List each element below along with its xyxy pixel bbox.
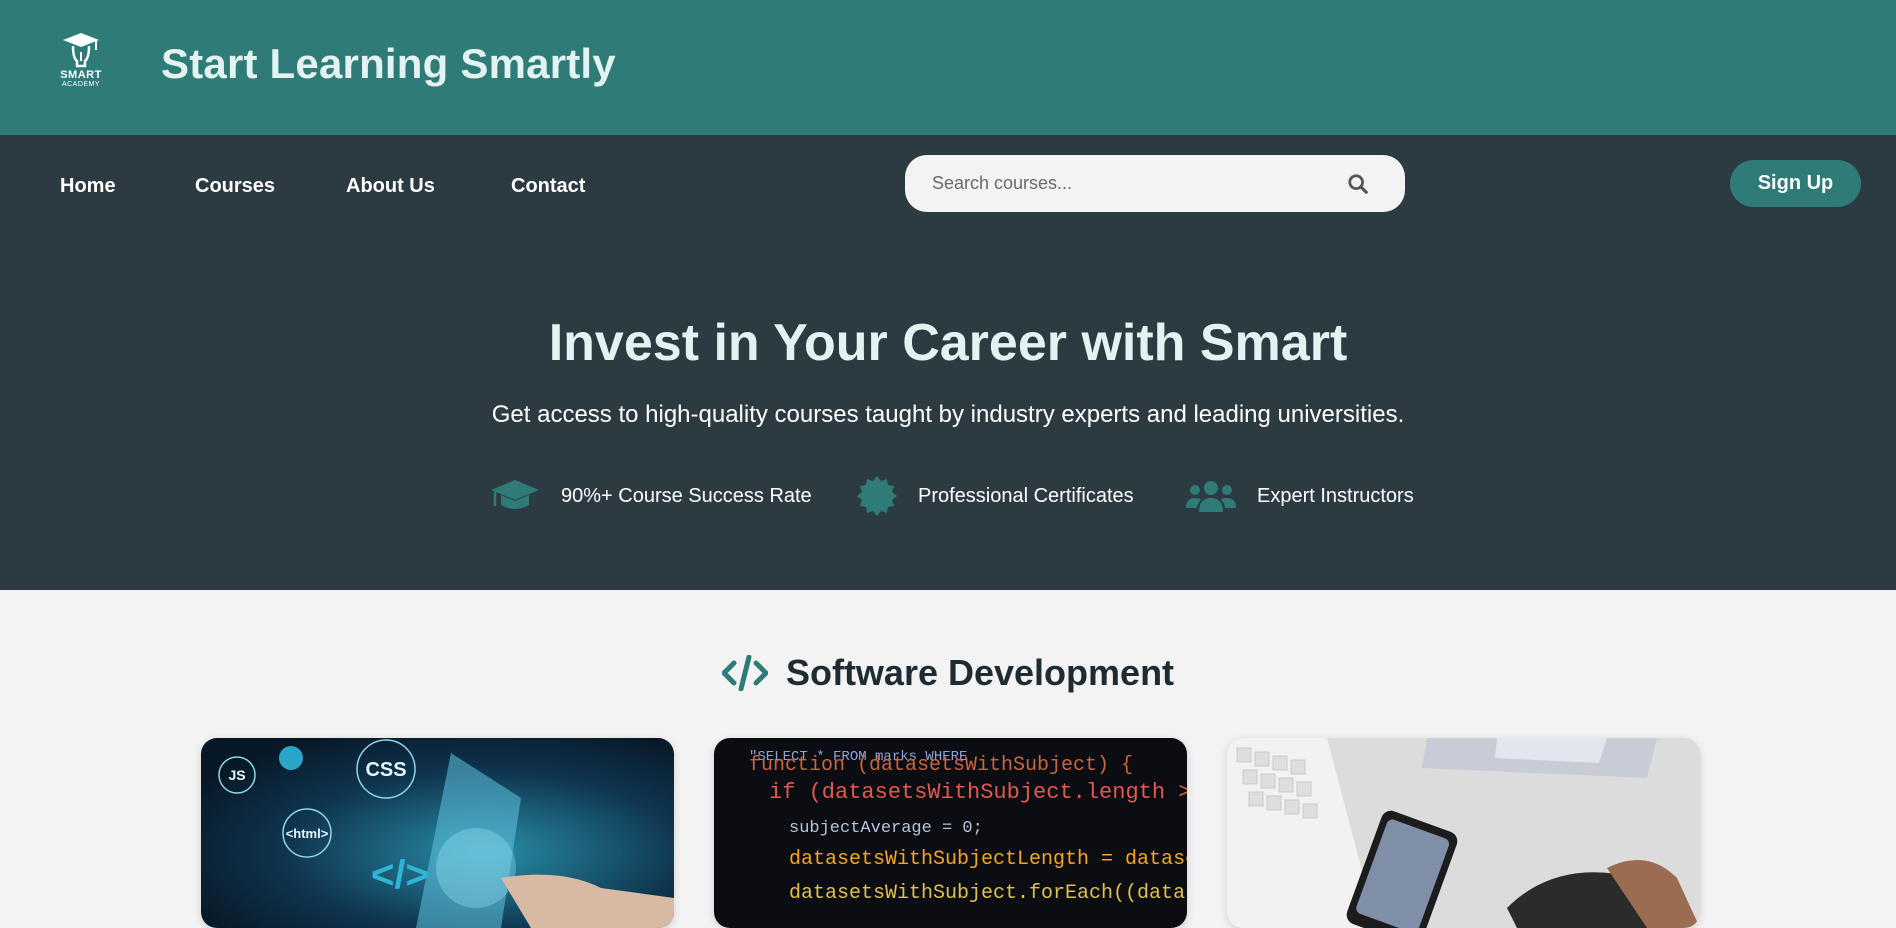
nav-home[interactable]: Home: [60, 175, 116, 198]
feature-label: Expert Instructors: [1257, 484, 1414, 507]
code-line: subjectAverage = 0;: [789, 819, 983, 838]
card-overlay-css: CSS: [365, 759, 406, 781]
course-card[interactable]: "SELECT * FROM marks WHERE function (dat…: [714, 738, 1187, 928]
certificate-badge-icon: [857, 476, 897, 516]
hero-section: Invest in Your Career with Smart Get acc…: [0, 235, 1896, 590]
nav-contact[interactable]: Contact: [511, 175, 585, 198]
course-card[interactable]: [1227, 738, 1700, 928]
feature-label: Professional Certificates: [918, 484, 1134, 507]
feature-success-rate: 90%+ Course Success Rate: [489, 471, 812, 521]
code-line: if (datasetsWithSubject.length > 0) {: [769, 780, 1187, 805]
search-box: [905, 155, 1405, 212]
web-technologies-image: JS CSS <html> </>: [201, 738, 674, 928]
top-header: SMART ACADEMY Start Learning Smartly: [0, 0, 1896, 135]
hero-title: Invest in Your Career with Smart: [548, 314, 1348, 372]
code-line: datasetsWithSubjectLength = datasetsWith…: [789, 848, 1187, 871]
users-icon: [1186, 481, 1236, 512]
hero-subtitle: Get access to high-quality courses taugh…: [491, 401, 1405, 428]
search-input[interactable]: [930, 172, 1334, 195]
search-icon[interactable]: [1347, 173, 1369, 195]
card-overlay-js: JS: [228, 767, 245, 783]
feature-certificates: Professional Certificates: [856, 471, 1134, 521]
workspace-photo-image: [1227, 738, 1700, 928]
navbar: Home Courses About Us Contact Sign Up: [0, 135, 1896, 235]
logo-subtext: ACADEMY: [61, 81, 101, 88]
logo-text: SMART: [60, 69, 102, 81]
nav-courses[interactable]: Courses: [195, 175, 275, 198]
site-title: Start Learning Smartly: [161, 40, 616, 87]
card-overlay-code: </>: [371, 853, 429, 897]
code-icon: [721, 655, 768, 691]
logo[interactable]: SMART ACADEMY: [52, 30, 110, 100]
code-line: function (datasetsWithSubject) {: [749, 754, 1133, 777]
feature-instructors: Expert Instructors: [1185, 471, 1414, 521]
section-header: Software Development: [0, 652, 1896, 694]
sign-up-button[interactable]: Sign Up: [1730, 160, 1861, 207]
code-editor-image: "SELECT * FROM marks WHERE function (dat…: [714, 738, 1187, 928]
card-overlay-html: <html>: [286, 826, 329, 841]
feature-label: 90%+ Course Success Rate: [561, 484, 812, 507]
nav-about-us[interactable]: About Us: [346, 175, 435, 198]
graduation-cap-icon: [491, 480, 539, 509]
section-title: Software Development: [785, 652, 1175, 693]
lightbulb-graduation-icon: [63, 33, 99, 68]
code-line: datasetsWithSubject.forEach((dataset): [789, 882, 1187, 905]
course-card[interactable]: JS CSS <html> </>: [201, 738, 674, 928]
